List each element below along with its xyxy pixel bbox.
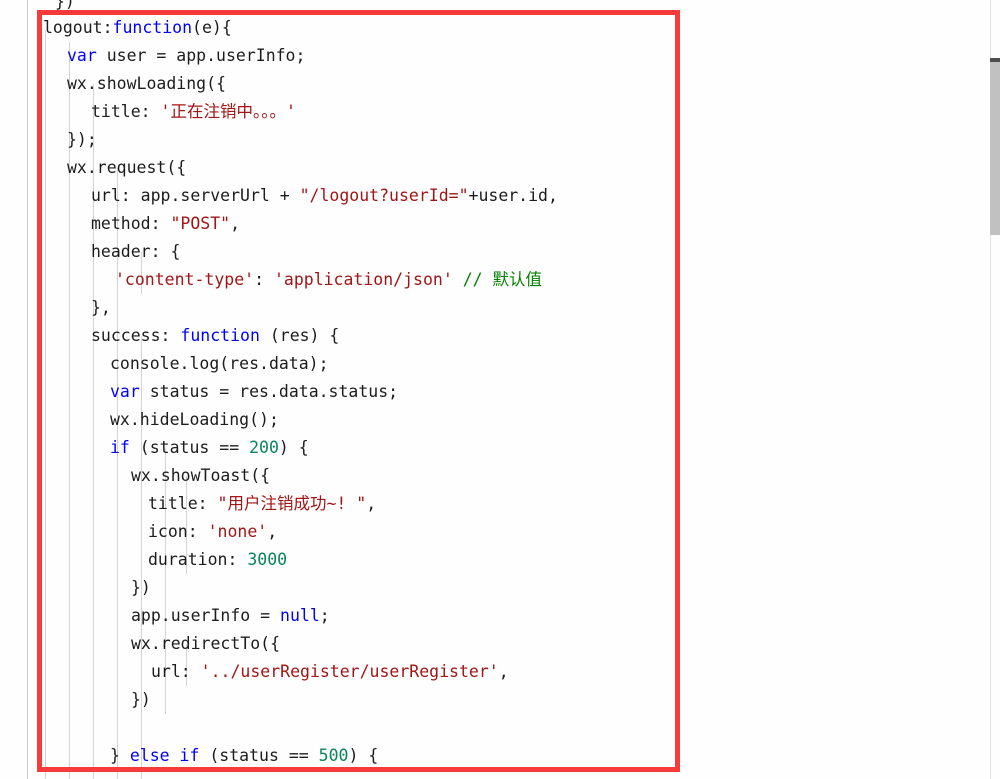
code-token-plain: wx.redirectTo({	[131, 634, 281, 653]
code-line[interactable]: },	[0, 294, 111, 322]
code-token-keyword: function	[180, 326, 260, 345]
code-token-plain: }	[110, 746, 130, 765]
code-token-plain: wx.hideLoading();	[110, 410, 279, 429]
code-line[interactable]: if (status == 200) {	[0, 434, 309, 462]
code-line[interactable]: var status = res.data.status;	[0, 378, 398, 406]
code-token-plain: header: {	[91, 242, 181, 261]
code-line[interactable]: icon: 'none',	[0, 518, 277, 546]
code-token-string: "用户注销成功~! "	[217, 494, 367, 513]
code-token-plain: ;	[319, 606, 330, 625]
code-token-plain: })	[131, 578, 151, 597]
code-line[interactable]: url: app.serverUrl + "/logout?userId="+u…	[0, 182, 558, 210]
code-line[interactable]: wx.showLoading({	[0, 70, 226, 98]
code-token-number: 200	[249, 438, 279, 457]
code-token-plain: ) {	[278, 438, 309, 457]
code-token-plain: })	[131, 690, 151, 709]
code-token-plain: ,	[267, 522, 278, 541]
code-token-string: "/logout?userId="	[299, 186, 469, 205]
code-content[interactable]: }) logout:function(e){var user = app.user…	[0, 0, 1000, 779]
code-editor-window: }) logout:function(e){var user = app.user…	[0, 0, 1000, 779]
code-line[interactable]: header: {	[0, 238, 180, 266]
code-token-plain: url: app.serverUrl +	[91, 186, 300, 205]
editor-surface[interactable]: }) logout:function(e){var user = app.user…	[0, 0, 1000, 779]
code-line[interactable]: method: "POST",	[0, 210, 240, 238]
code-token-keyword: null	[280, 606, 320, 625]
code-token-keyword: if	[110, 438, 130, 457]
code-line[interactable]: app.userInfo = null;	[0, 602, 330, 630]
code-line[interactable]: url: '../userRegister/userRegister',	[0, 658, 509, 686]
code-token-string: 'application/json'	[273, 270, 453, 289]
code-line[interactable]: wx.hideLoading();	[0, 406, 279, 434]
code-token-plain: (status ==	[199, 746, 319, 765]
code-token-keyword: else if	[129, 746, 200, 765]
code-line[interactable]: wx.request({	[0, 154, 186, 182]
code-token-plain: ,	[498, 662, 509, 681]
code-token-plain: ,	[230, 214, 241, 233]
code-token-string: 'none'	[207, 522, 268, 541]
code-line[interactable]: console.log(res.data);	[0, 350, 329, 378]
code-token-keyword: var	[110, 382, 140, 401]
code-token-string: '正在注销中。。。'	[160, 102, 296, 121]
code-token-plain: console.log(res.data);	[110, 354, 329, 373]
code-line[interactable]: var user = app.userInfo;	[0, 42, 305, 70]
code-token-plain: user = app.userInfo;	[96, 46, 306, 65]
code-token-string: "POST"	[170, 214, 231, 233]
code-token-plain: (e){	[192, 18, 232, 37]
code-line[interactable]: wx.redirectTo({	[0, 630, 280, 658]
code-token-plain: title:	[91, 102, 161, 121]
code-line[interactable]: duration: 3000	[0, 546, 287, 574]
code-token-plain: method:	[91, 214, 171, 233]
code-line[interactable]: 'content-type': 'application/json' // 默认…	[0, 266, 542, 294]
code-token-string: '../userRegister/userRegister'	[200, 662, 499, 681]
code-token-plain: +user.id,	[468, 186, 558, 205]
code-line[interactable]: });	[0, 126, 97, 154]
code-token-keyword: var	[67, 46, 97, 65]
code-line[interactable]: title: '正在注销中。。。'	[0, 98, 296, 126]
code-token-plain: success:	[91, 326, 181, 345]
code-token-plain: (res) {	[259, 326, 340, 345]
code-token-comment: // 默认值	[462, 270, 543, 289]
code-token-plain: status = res.data.status;	[139, 382, 399, 401]
code-line[interactable]: wx.showToast({	[0, 462, 270, 490]
code-token-plain: app.userInfo =	[131, 606, 281, 625]
code-token-plain: duration:	[148, 550, 248, 569]
code-token-plain: })	[55, 0, 75, 11]
code-token-plain: wx.request({	[67, 158, 187, 177]
code-line[interactable]: } else if (status == 500) {	[0, 742, 378, 770]
code-line[interactable]	[0, 714, 131, 742]
code-token-plain: });	[67, 130, 97, 149]
code-token-keyword: function	[112, 18, 193, 37]
code-line[interactable]: })	[0, 686, 151, 714]
code-token-plain: },	[91, 298, 111, 317]
code-token-plain: ,	[366, 494, 377, 513]
code-token-plain: icon:	[148, 522, 208, 541]
vertical-scrollbar-track[interactable]	[985, 0, 1000, 779]
code-token-plain: logout:	[43, 18, 113, 37]
code-token-plain: wx.showLoading({	[67, 74, 226, 93]
code-token-number: 500	[318, 746, 349, 765]
code-token-plain: wx.showToast({	[131, 466, 271, 485]
code-line[interactable]: logout:function(e){	[0, 14, 232, 42]
code-token-plain: (status ==	[129, 438, 250, 457]
code-token-plain: ) {	[348, 746, 379, 765]
code-token-plain: title:	[148, 494, 218, 513]
vertical-scrollbar-thumb[interactable]	[990, 58, 1000, 235]
code-line[interactable]: title: "用户注销成功~! ",	[0, 490, 376, 518]
code-token-plain: :	[254, 270, 274, 289]
code-line[interactable]: })	[0, 574, 151, 602]
code-token-plain: url:	[151, 662, 201, 681]
code-token-string: 'content-type'	[115, 270, 255, 289]
code-token-number: 3000	[247, 550, 288, 569]
code-line[interactable]: success: function (res) {	[0, 322, 339, 350]
